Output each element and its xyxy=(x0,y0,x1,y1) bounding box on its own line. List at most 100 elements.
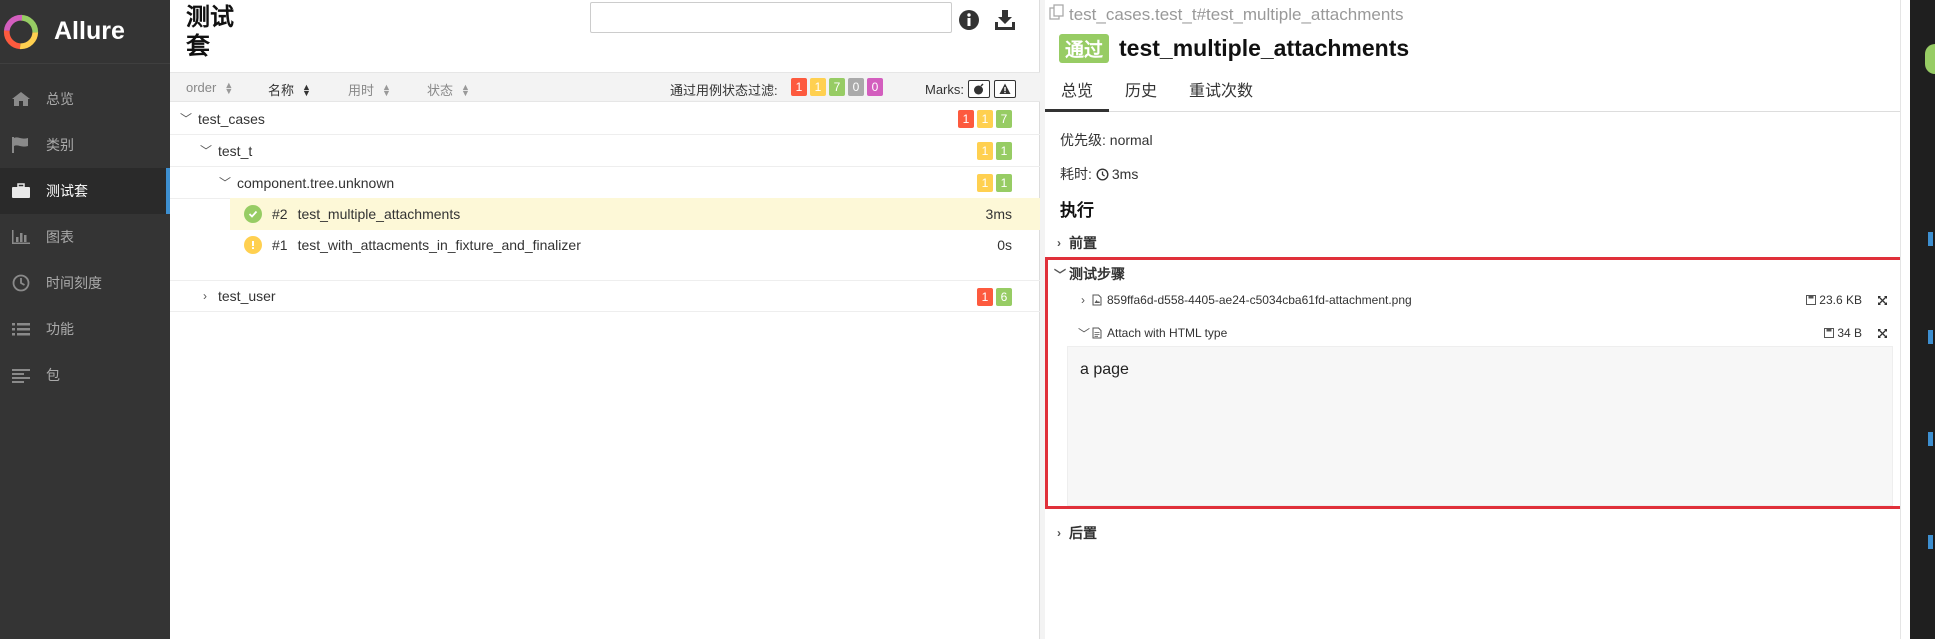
sort-duration[interactable]: 用时 ▲ ▼ xyxy=(348,80,391,99)
align-left-icon xyxy=(10,366,32,384)
teardown-section-toggle[interactable]: › 后置 xyxy=(1054,523,1097,543)
flaky-mark-button[interactable] xyxy=(968,80,990,98)
html-attachment-preview: a page xyxy=(1067,346,1893,506)
filter-skipped-badge[interactable]: 0 xyxy=(848,78,864,96)
chevron-right-icon: › xyxy=(1057,526,1061,540)
test-case-row-selected[interactable]: #2 test_multiple_attachments 3ms xyxy=(230,198,1040,230)
filter-failed-badge[interactable]: 1 xyxy=(791,78,807,96)
sort-status[interactable]: 状态 ▲ ▼ xyxy=(427,80,470,99)
passed-count-badge: 7 xyxy=(996,110,1012,128)
passed-count-badge: 1 xyxy=(996,142,1012,160)
sort-order-label: order xyxy=(186,80,217,95)
setup-section-toggle[interactable]: › 前置 xyxy=(1054,233,1097,253)
test-header: 通过 test_multiple_attachments xyxy=(1059,34,1409,63)
tree-node-test-cases[interactable]: ﹀ test_cases 1 1 7 xyxy=(170,103,1040,135)
sidebar-nav: 总览 类别 测试套 图表 时间刻度 功能 包 xyxy=(0,76,170,398)
sidebar-item-packages[interactable]: 包 xyxy=(0,352,170,398)
test-case-duration: 0s xyxy=(997,237,1012,253)
tab-retries[interactable]: 重试次数 xyxy=(1173,78,1269,112)
attachment-size-value: 34 B xyxy=(1837,326,1862,340)
test-steps-toggle[interactable]: ﹀ 测试步骤 xyxy=(1054,264,1125,284)
filter-passed-badge[interactable]: 7 xyxy=(829,78,845,96)
status-filter: 1 1 7 0 0 xyxy=(788,78,883,96)
test-path-text: test_cases.test_t#test_multiple_attachme… xyxy=(1069,4,1404,24)
test-case-order: #1 xyxy=(272,237,288,253)
search-input[interactable] xyxy=(590,2,952,33)
chevron-right-icon: › xyxy=(1081,293,1085,307)
clock-icon xyxy=(10,274,32,292)
chevron-right-icon: › xyxy=(203,289,207,303)
save-icon xyxy=(1806,295,1817,305)
duration-value: 3ms xyxy=(1111,166,1139,182)
sidebar-item-label: 包 xyxy=(46,367,60,383)
sort-arrows-icon: ▲ ▼ xyxy=(224,79,234,96)
test-case-row[interactable]: #1 test_with_attacments_in_fixture_and_f… xyxy=(230,229,1040,261)
sidebar-item-label: 时间刻度 xyxy=(46,275,102,291)
test-case-order: #2 xyxy=(272,206,288,222)
attachment-row[interactable]: ﹀ Attach with HTML type 34 B xyxy=(1078,322,1898,344)
tree-node-label: test_cases xyxy=(198,110,265,127)
sort-arrows-icon: ▲ ▼ xyxy=(302,81,311,98)
broken-count-badge: 1 xyxy=(977,142,993,160)
teardown-label: 后置 xyxy=(1069,525,1097,541)
sidebar-item-overview[interactable]: 总览 xyxy=(0,76,170,122)
sort-name[interactable]: 名称 ▲ ▼ xyxy=(268,80,311,99)
sidebar-item-graphs[interactable]: 图表 xyxy=(0,214,170,260)
copy-icon[interactable] xyxy=(1049,4,1065,25)
tree-node-test-t[interactable]: ﹀ test_t 1 1 xyxy=(170,135,1040,167)
new-failed-mark-button[interactable] xyxy=(994,80,1016,98)
status-filter-label: 通过用例状态过滤: xyxy=(670,83,778,98)
filter-broken-badge[interactable]: 1 xyxy=(810,78,826,96)
broken-exclamation-icon xyxy=(244,236,262,254)
tree-node-component[interactable]: ﹀ component.tree.unknown 1 1 xyxy=(170,167,1040,199)
sidebar-item-label: 图表 xyxy=(46,229,74,245)
brand[interactable]: Allure xyxy=(0,0,170,64)
attachment-row[interactable]: › 859ffa6d-d558-4405-ae24-c5034cba61fd-a… xyxy=(1078,289,1898,311)
marks-label: Marks: xyxy=(925,81,964,97)
adjacent-marker xyxy=(1928,432,1933,446)
tree-node-label: component.tree.unknown xyxy=(237,174,395,191)
adjacent-status-circle xyxy=(1925,44,1935,74)
sidebar-item-categories[interactable]: 类别 xyxy=(0,122,170,168)
tab-history[interactable]: 历史 xyxy=(1109,78,1173,112)
sidebar-item-timeline[interactable]: 时间刻度 xyxy=(0,260,170,306)
filter-unknown-badge[interactable]: 0 xyxy=(867,78,883,96)
save-icon xyxy=(1824,328,1835,338)
sort-status-label: 状态 xyxy=(427,83,454,98)
severity-value: normal xyxy=(1109,132,1153,148)
passed-count-badge: 6 xyxy=(996,288,1012,306)
sidebar-item-suites[interactable]: 测试套 xyxy=(0,168,170,214)
warning-triangle-icon xyxy=(999,83,1011,94)
chevron-down-icon: ﹀ xyxy=(200,144,213,158)
sidebar-item-label: 类别 xyxy=(46,137,74,153)
download-icon[interactable] xyxy=(993,8,1017,32)
tree-node-test-user[interactable]: › test_user 1 6 xyxy=(170,280,1040,312)
test-detail-pane: test_cases.test_t#test_multiple_attachme… xyxy=(1045,0,1905,639)
test-case-duration: 3ms xyxy=(985,206,1012,222)
attachment-size: 34 B xyxy=(1824,326,1862,340)
sort-bar: order ▲ ▼ 名称 ▲ ▼ 用时 ▲ ▼ 状态 ▲ ▼ 通过用例状态过滤: 1 1… xyxy=(170,72,1040,102)
sidebar-item-label: 总览 xyxy=(46,91,74,107)
sort-duration-label: 用时 xyxy=(348,83,375,98)
sidebar-item-behaviors[interactable]: 功能 xyxy=(0,306,170,352)
duration-info: 耗时: 3ms xyxy=(1060,164,1138,184)
expand-icon[interactable] xyxy=(1877,295,1888,306)
failed-count-badge: 1 xyxy=(977,288,993,306)
sort-order[interactable]: order ▲ ▼ xyxy=(186,80,233,95)
tab-overview[interactable]: 总览 xyxy=(1045,78,1110,112)
marks-filter: Marks: xyxy=(925,80,1016,98)
brand-name: Allure xyxy=(54,17,125,45)
node-status-counts: 1 1 7 xyxy=(955,110,1012,128)
attachment-name: Attach with HTML type xyxy=(1107,326,1228,340)
severity-info: 优先级: normal xyxy=(1060,130,1153,150)
expand-icon[interactable] xyxy=(1877,328,1888,339)
passed-count-badge: 1 xyxy=(996,174,1012,192)
attachment-size: 23.6 KB xyxy=(1806,293,1862,307)
node-status-counts: 1 6 xyxy=(974,288,1012,306)
sort-arrows-icon: ▲ ▼ xyxy=(382,81,391,98)
failed-count-badge: 1 xyxy=(958,110,974,128)
info-icon[interactable] xyxy=(957,8,981,32)
briefcase-icon xyxy=(10,182,32,200)
home-icon xyxy=(10,90,32,108)
broken-count-badge: 1 xyxy=(977,174,993,192)
